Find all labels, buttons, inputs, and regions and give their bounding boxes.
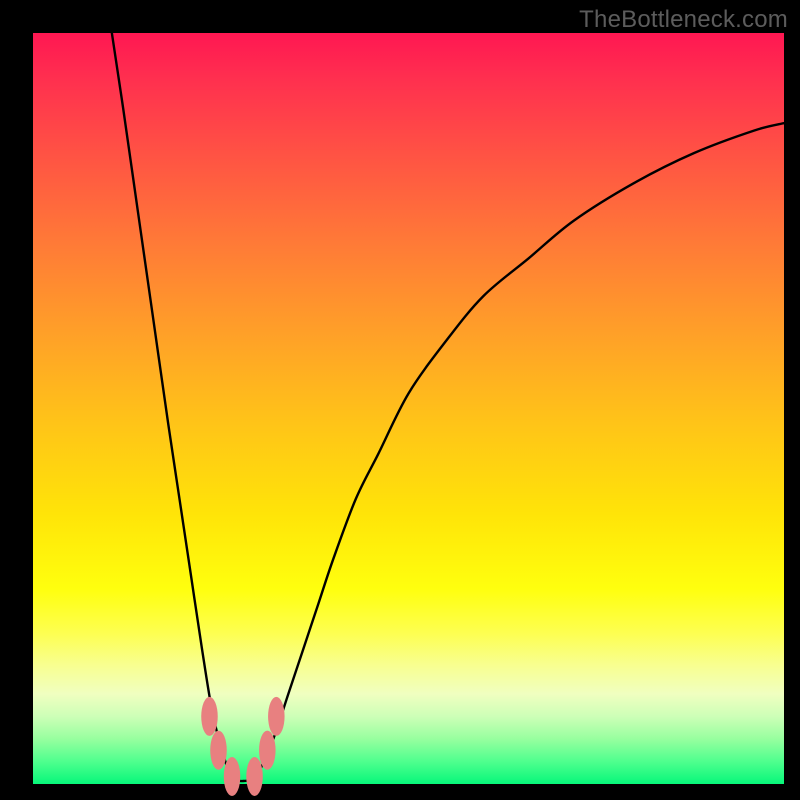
plot-area (33, 33, 784, 784)
watermark-text: TheBottleneck.com (579, 6, 788, 34)
curve-marker (210, 731, 227, 770)
chart-frame: TheBottleneck.com (0, 0, 800, 800)
curve-marker (259, 731, 276, 770)
curve-markers (33, 33, 784, 784)
curve-marker (201, 697, 218, 736)
curve-marker (224, 757, 241, 796)
curve-marker (268, 697, 285, 736)
curve-marker (246, 757, 263, 796)
